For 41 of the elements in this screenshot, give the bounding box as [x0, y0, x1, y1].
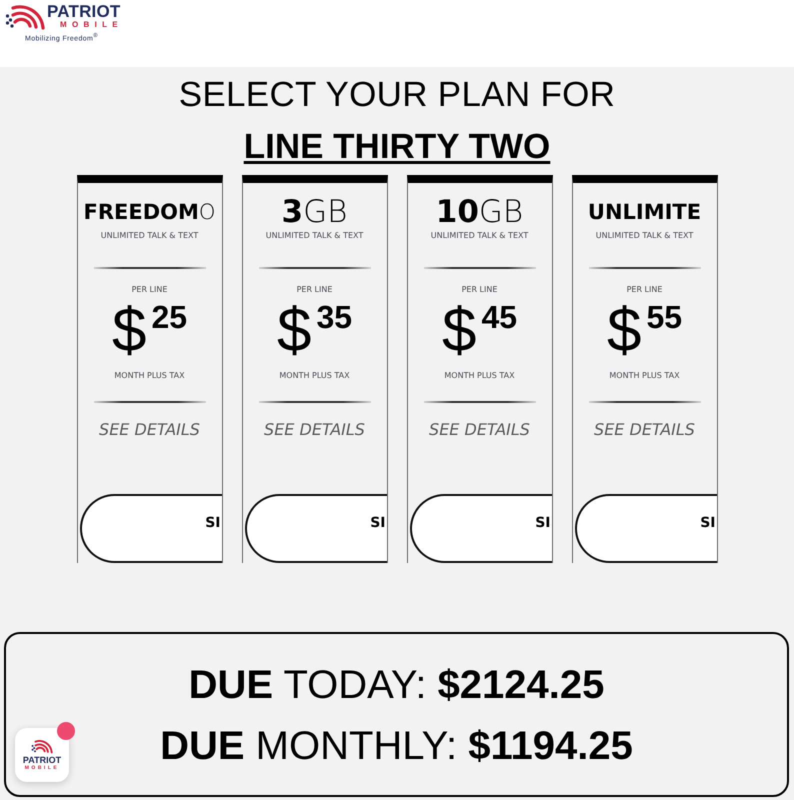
- billing-period-label: MONTH PLUS TAX: [279, 371, 350, 381]
- price-amount: 45: [481, 301, 518, 333]
- plan-subtitle: UNLIMITED TALK & TEXT: [266, 231, 364, 241]
- brand-name: PATRIOT: [47, 3, 120, 20]
- plan-title: 10GB: [436, 197, 524, 227]
- currency-sign: $: [606, 300, 642, 362]
- signal-arcs-icon: [31, 740, 53, 754]
- see-details-link[interactable]: SEE DETAILS: [594, 421, 695, 439]
- page-title: SELECT YOUR PLAN FOR: [178, 75, 616, 115]
- price-amount: 25: [151, 301, 188, 333]
- per-line-label: PER LINE: [132, 285, 168, 295]
- plan-title: UNLIMITE: [588, 199, 702, 226]
- brand-name: PATRIOT: [22, 756, 62, 764]
- billing-period-label: MONTH PLUS TAX: [444, 371, 515, 381]
- plan-title: 3GB: [282, 197, 348, 227]
- plan-subtitle: UNLIMITED TALK & TEXT: [100, 231, 198, 241]
- plan-button[interactable]: SI: [410, 494, 552, 563]
- plan-button[interactable]: SI: [80, 494, 222, 563]
- per-line-label: PER LINE: [626, 285, 662, 295]
- plan-subtitle: UNLIMITED TALK & TEXT: [596, 231, 694, 241]
- currency-sign: $: [442, 300, 476, 362]
- price-amount: 55: [646, 301, 682, 333]
- signal-arcs-icon: [5, 5, 45, 31]
- per-line-label: PER LINE: [462, 285, 498, 295]
- amount-due-text: DUE MONTHLY: $1194.25: [160, 723, 633, 770]
- plan-button[interactable]: SI: [244, 494, 386, 563]
- see-details-link[interactable]: SEE DETAILS: [264, 421, 365, 439]
- currency-sign: $: [112, 300, 146, 362]
- plan-subtitle: UNLIMITED TALK & TEXT: [430, 231, 528, 241]
- price-amount: 35: [316, 301, 352, 333]
- currency-sign: $: [276, 300, 312, 362]
- billing-period-label: MONTH PLUS TAX: [114, 371, 185, 381]
- amount-due-text: DUE TODAY: $2124.25: [188, 662, 604, 709]
- see-details-link[interactable]: SEE DETAILS: [429, 421, 530, 439]
- brand-subname: MOBILE: [60, 20, 123, 29]
- plan-button[interactable]: SI: [574, 494, 716, 563]
- plan-title: FREEDOMO: [84, 199, 216, 226]
- line-name-heading: LINE THIRTY TWO: [244, 127, 550, 167]
- per-line-label: PER LINE: [296, 285, 332, 295]
- billing-period-label: MONTH PLUS TAX: [609, 371, 680, 381]
- see-details-link[interactable]: SEE DETAILS: [99, 421, 200, 439]
